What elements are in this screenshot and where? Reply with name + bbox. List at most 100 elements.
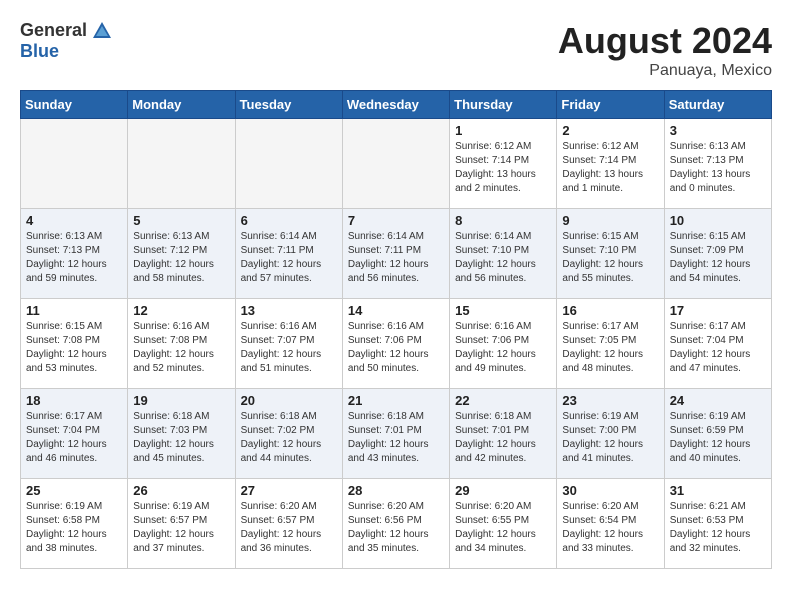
logo: General Blue bbox=[20, 20, 113, 62]
day-info: Sunrise: 6:20 AMSunset: 6:55 PMDaylight:… bbox=[455, 500, 551, 556]
day-number: 18 bbox=[26, 393, 122, 408]
day-number: 31 bbox=[670, 483, 766, 498]
weekday-header: Sunday bbox=[21, 91, 128, 119]
day-info: Sunrise: 6:15 AMSunset: 7:10 PMDaylight:… bbox=[562, 230, 658, 286]
weekday-header: Monday bbox=[128, 91, 235, 119]
calendar-cell: 21 Sunrise: 6:18 AMSunset: 7:01 PMDayligh… bbox=[342, 389, 449, 479]
day-info: Sunrise: 6:17 AMSunset: 7:05 PMDaylight:… bbox=[562, 320, 658, 376]
day-number: 8 bbox=[455, 213, 551, 228]
calendar-cell bbox=[128, 119, 235, 209]
day-number: 12 bbox=[133, 303, 229, 318]
day-number: 2 bbox=[562, 123, 658, 138]
month-title: August 2024 bbox=[558, 20, 772, 62]
day-number: 17 bbox=[670, 303, 766, 318]
day-info: Sunrise: 6:14 AMSunset: 7:10 PMDaylight:… bbox=[455, 230, 551, 286]
day-number: 25 bbox=[26, 483, 122, 498]
calendar-cell: 5Sunrise: 6:13 AMSunset: 7:12 PMDaylight… bbox=[128, 209, 235, 299]
day-number: 1 bbox=[455, 123, 551, 138]
weekday-header: Wednesday bbox=[342, 91, 449, 119]
calendar-cell bbox=[21, 119, 128, 209]
day-info: Sunrise: 6:18 AMSunset: 7:02 PMDaylight:… bbox=[241, 410, 337, 466]
logo-icon bbox=[91, 20, 113, 42]
calendar-cell: 19 Sunrise: 6:18 AMSunset: 7:03 PMDayligh… bbox=[128, 389, 235, 479]
day-info: Sunrise: 6:21 AMSunset: 6:53 PMDaylight:… bbox=[670, 500, 766, 556]
calendar-cell: 7 Sunrise: 6:14 AMSunset: 7:11 PMDaylight… bbox=[342, 209, 449, 299]
weekday-header: Friday bbox=[557, 91, 664, 119]
calendar-week-row: 1 Sunrise: 6:12 AMSunset: 7:14 PMDaylight… bbox=[21, 119, 772, 209]
calendar-cell: 27 Sunrise: 6:20 AMSunset: 6:57 PMDayligh… bbox=[235, 479, 342, 569]
calendar-cell: 26 Sunrise: 6:19 AMSunset: 6:57 PMDayligh… bbox=[128, 479, 235, 569]
day-info: Sunrise: 6:14 AMSunset: 7:11 PMDaylight:… bbox=[348, 230, 444, 286]
calendar-cell: 17 Sunrise: 6:17 AMSunset: 7:04 PMDayligh… bbox=[664, 299, 771, 389]
day-info: Sunrise: 6:18 AMSunset: 7:01 PMDaylight:… bbox=[348, 410, 444, 466]
day-number: 27 bbox=[241, 483, 337, 498]
calendar-cell: 25 Sunrise: 6:19 AMSunset: 6:58 PMDayligh… bbox=[21, 479, 128, 569]
day-info: Sunrise: 6:13 AMSunset: 7:13 PMDaylight:… bbox=[26, 230, 122, 286]
day-info: Sunrise: 6:16 AMSunset: 7:06 PMDaylight:… bbox=[455, 320, 551, 376]
day-number: 20 bbox=[241, 393, 337, 408]
day-info: Sunrise: 6:20 AMSunset: 6:54 PMDaylight:… bbox=[562, 500, 658, 556]
calendar-week-row: 11Sunrise: 6:15 AMSunset: 7:08 PMDayligh… bbox=[21, 299, 772, 389]
calendar-week-row: 25 Sunrise: 6:19 AMSunset: 6:58 PMDayligh… bbox=[21, 479, 772, 569]
day-info: Sunrise: 6:17 AMSunset: 7:04 PMDaylight:… bbox=[670, 320, 766, 376]
day-info: Sunrise: 6:15 AMSunset: 7:09 PMDaylight:… bbox=[670, 230, 766, 286]
day-number: 19 bbox=[133, 393, 229, 408]
day-info: Sunrise: 6:16 AMSunset: 7:06 PMDaylight:… bbox=[348, 320, 444, 376]
calendar-week-row: 4 Sunrise: 6:13 AMSunset: 7:13 PMDaylight… bbox=[21, 209, 772, 299]
logo-general: General bbox=[20, 21, 87, 41]
day-number: 7 bbox=[348, 213, 444, 228]
weekday-header-row: SundayMondayTuesdayWednesdayThursdayFrid… bbox=[21, 91, 772, 119]
calendar-cell: 9 Sunrise: 6:15 AMSunset: 7:10 PMDaylight… bbox=[557, 209, 664, 299]
calendar-cell: 13 Sunrise: 6:16 AMSunset: 7:07 PMDayligh… bbox=[235, 299, 342, 389]
calendar-table: SundayMondayTuesdayWednesdayThursdayFrid… bbox=[20, 90, 772, 569]
day-info: Sunrise: 6:12 AMSunset: 7:14 PMDaylight:… bbox=[562, 140, 658, 196]
calendar-cell: 15 Sunrise: 6:16 AMSunset: 7:06 PMDayligh… bbox=[450, 299, 557, 389]
day-number: 23 bbox=[562, 393, 658, 408]
calendar-cell: 10 Sunrise: 6:15 AMSunset: 7:09 PMDayligh… bbox=[664, 209, 771, 299]
calendar-cell: 20 Sunrise: 6:18 AMSunset: 7:02 PMDayligh… bbox=[235, 389, 342, 479]
day-number: 21 bbox=[348, 393, 444, 408]
day-number: 10 bbox=[670, 213, 766, 228]
calendar-cell: 2 Sunrise: 6:12 AMSunset: 7:14 PMDaylight… bbox=[557, 119, 664, 209]
day-info: Sunrise: 6:18 AMSunset: 7:01 PMDaylight:… bbox=[455, 410, 551, 466]
day-info: Sunrise: 6:18 AMSunset: 7:03 PMDaylight:… bbox=[133, 410, 229, 466]
calendar-cell: 3Sunrise: 6:13 AMSunset: 7:13 PMDaylight… bbox=[664, 119, 771, 209]
day-info: Sunrise: 6:19 AMSunset: 6:58 PMDaylight:… bbox=[26, 500, 122, 556]
day-info: Sunrise: 6:19 AMSunset: 6:57 PMDaylight:… bbox=[133, 500, 229, 556]
day-info: Sunrise: 6:12 AMSunset: 7:14 PMDaylight:… bbox=[455, 140, 551, 196]
logo-blue: Blue bbox=[20, 41, 59, 61]
day-number: 14 bbox=[348, 303, 444, 318]
title-block: August 2024 Panuaya, Mexico bbox=[558, 20, 772, 80]
day-number: 22 bbox=[455, 393, 551, 408]
day-info: Sunrise: 6:16 AMSunset: 7:08 PMDaylight:… bbox=[133, 320, 229, 376]
day-info: Sunrise: 6:19 AMSunset: 7:00 PMDaylight:… bbox=[562, 410, 658, 466]
day-info: Sunrise: 6:20 AMSunset: 6:56 PMDaylight:… bbox=[348, 500, 444, 556]
calendar-cell: 11Sunrise: 6:15 AMSunset: 7:08 PMDayligh… bbox=[21, 299, 128, 389]
day-number: 13 bbox=[241, 303, 337, 318]
calendar-cell: 22 Sunrise: 6:18 AMSunset: 7:01 PMDayligh… bbox=[450, 389, 557, 479]
day-number: 4 bbox=[26, 213, 122, 228]
weekday-header: Tuesday bbox=[235, 91, 342, 119]
calendar-cell: 30Sunrise: 6:20 AMSunset: 6:54 PMDayligh… bbox=[557, 479, 664, 569]
location: Panuaya, Mexico bbox=[558, 62, 772, 80]
weekday-header: Thursday bbox=[450, 91, 557, 119]
day-info: Sunrise: 6:15 AMSunset: 7:08 PMDaylight:… bbox=[26, 320, 122, 376]
day-number: 16 bbox=[562, 303, 658, 318]
calendar-cell: 23 Sunrise: 6:19 AMSunset: 7:00 PMDayligh… bbox=[557, 389, 664, 479]
day-number: 15 bbox=[455, 303, 551, 318]
calendar-cell bbox=[235, 119, 342, 209]
day-number: 6 bbox=[241, 213, 337, 228]
day-info: Sunrise: 6:20 AMSunset: 6:57 PMDaylight:… bbox=[241, 500, 337, 556]
day-number: 26 bbox=[133, 483, 229, 498]
calendar-cell: 14 Sunrise: 6:16 AMSunset: 7:06 PMDayligh… bbox=[342, 299, 449, 389]
calendar-cell: 16 Sunrise: 6:17 AMSunset: 7:05 PMDayligh… bbox=[557, 299, 664, 389]
calendar-cell: 1 Sunrise: 6:12 AMSunset: 7:14 PMDaylight… bbox=[450, 119, 557, 209]
day-info: Sunrise: 6:16 AMSunset: 7:07 PMDaylight:… bbox=[241, 320, 337, 376]
day-info: Sunrise: 6:17 AMSunset: 7:04 PMDaylight:… bbox=[26, 410, 122, 466]
day-number: 28 bbox=[348, 483, 444, 498]
day-info: Sunrise: 6:13 AMSunset: 7:13 PMDaylight:… bbox=[670, 140, 766, 196]
page-header: General Blue August 2024 Panuaya, Mexico bbox=[20, 20, 772, 80]
day-number: 9 bbox=[562, 213, 658, 228]
calendar-cell: 28 Sunrise: 6:20 AMSunset: 6:56 PMDayligh… bbox=[342, 479, 449, 569]
weekday-header: Saturday bbox=[664, 91, 771, 119]
